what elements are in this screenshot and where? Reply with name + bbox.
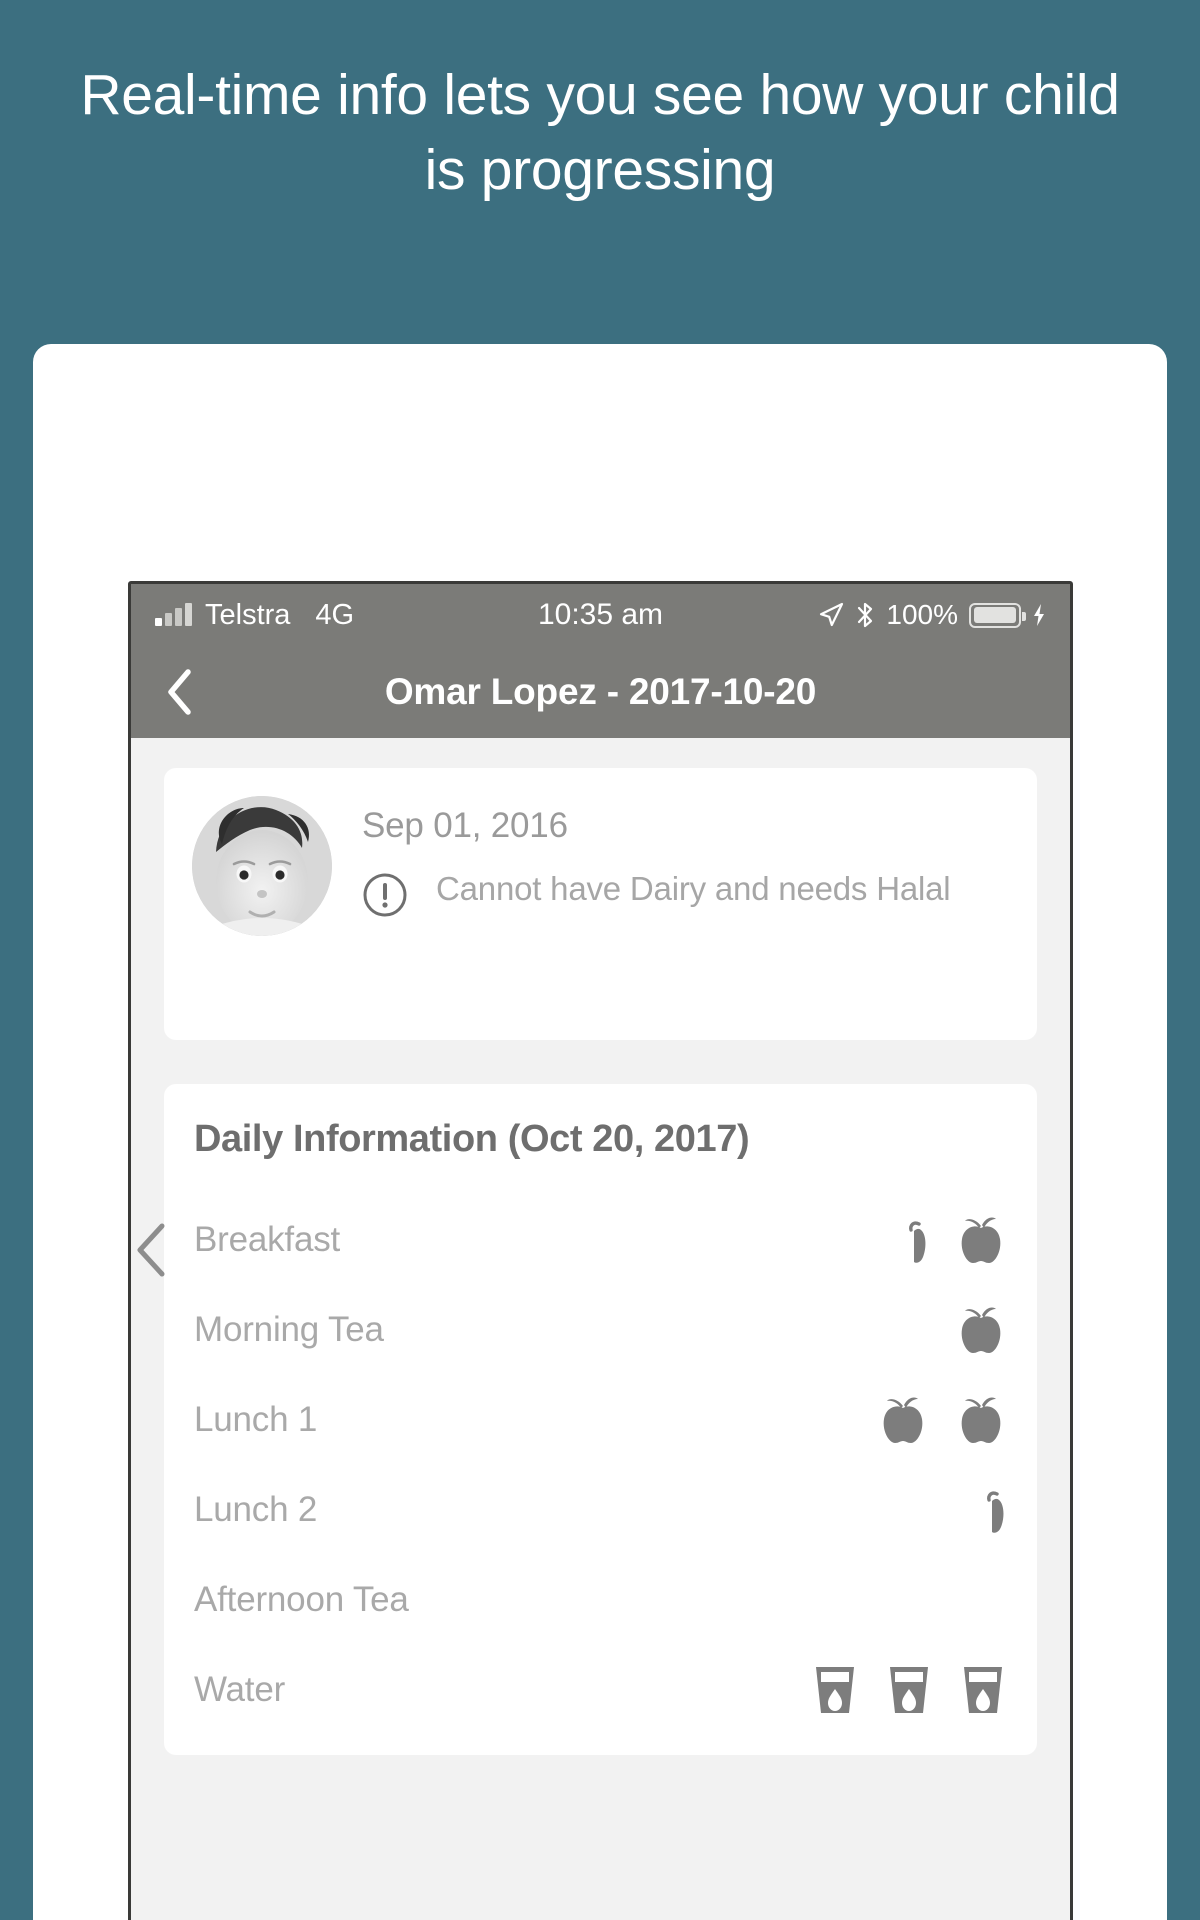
apple-icon <box>955 1214 1007 1266</box>
dietary-alert-text: Cannot have Dairy and needs Halal <box>436 870 951 907</box>
battery-full-icon <box>969 602 1026 628</box>
location-arrow-icon <box>818 602 844 628</box>
meal-row-afternoon-tea[interactable]: Afternoon Tea <box>194 1555 1007 1645</box>
meal-row-breakfast[interactable]: Breakfast <box>194 1195 1007 1285</box>
apple-icon <box>955 1304 1007 1356</box>
apple-icon <box>955 1394 1007 1446</box>
phone-mockup: Telstra 4G 10:35 am 100% Omar Lopez - 20… <box>128 581 1073 1920</box>
promo-screenshot: Real-time info lets you see how your chi… <box>0 0 1200 1920</box>
battery-percent-label: 100% <box>886 599 958 630</box>
screen-content: Sep 01, 2016 Cannot have Dairy and needs… <box>131 738 1070 1920</box>
child-profile-card: Sep 01, 2016 Cannot have Dairy and needs… <box>164 768 1037 1040</box>
meal-label: Afternoon Tea <box>194 1580 409 1619</box>
meal-label: Morning Tea <box>194 1310 384 1349</box>
back-button[interactable] <box>157 669 203 715</box>
half-apple-icon <box>899 1214 929 1266</box>
meal-icon-group <box>877 1394 1007 1446</box>
status-bar: Telstra 4G 10:35 am 100% <box>131 584 1070 646</box>
water-glass-icon <box>959 1663 1007 1717</box>
network-type-label: 4G <box>315 598 355 631</box>
page-title: Omar Lopez - 2017-10-20 <box>384 671 817 712</box>
water-glass-icon <box>885 1663 933 1717</box>
exclamation-circle-icon <box>362 872 408 918</box>
meal-row-lunch-1[interactable]: Lunch 1 <box>194 1375 1007 1465</box>
meal-icon-group <box>899 1214 1007 1266</box>
meal-icon-group <box>955 1304 1007 1356</box>
meal-label: Breakfast <box>194 1220 341 1259</box>
navigation-bar: Omar Lopez - 2017-10-20 <box>131 646 1070 738</box>
meal-row-water[interactable]: Water <box>194 1645 1007 1735</box>
meal-row-morning-tea[interactable]: Morning Tea <box>194 1285 1007 1375</box>
meal-label: Water <box>194 1670 286 1709</box>
meal-icon-group <box>977 1484 1007 1536</box>
child-photo-avatar <box>192 796 332 936</box>
meal-label: Lunch 1 <box>194 1400 318 1439</box>
carrier-label: Telstra <box>205 598 291 631</box>
half-apple-icon <box>977 1484 1007 1536</box>
date-of-birth: Sep 01, 2016 <box>362 806 568 845</box>
promo-headline: Real-time info lets you see how your chi… <box>80 63 1120 203</box>
meal-row-lunch-2[interactable]: Lunch 2 <box>194 1465 1007 1555</box>
profile-details: Sep 01, 2016 Cannot have Dairy and needs… <box>362 796 1007 918</box>
status-bar-right: 100% <box>818 599 1046 631</box>
water-glass-icon <box>811 1663 859 1717</box>
bluetooth-icon <box>855 601 875 629</box>
daily-information-title: Daily Information (Oct 20, 2017) <box>194 1118 750 1160</box>
lightning-bolt-icon <box>1032 603 1046 627</box>
meal-icon-group <box>811 1663 1007 1717</box>
carousel-prev-arrow[interactable] <box>132 1220 172 1280</box>
apple-icon <box>877 1394 929 1446</box>
status-bar-left: Telstra 4G <box>155 599 354 632</box>
daily-information-card: Daily Information (Oct 20, 2017) Breakfa… <box>164 1084 1037 1755</box>
meal-label: Lunch 2 <box>194 1490 318 1529</box>
signal-bars-icon <box>155 603 192 626</box>
